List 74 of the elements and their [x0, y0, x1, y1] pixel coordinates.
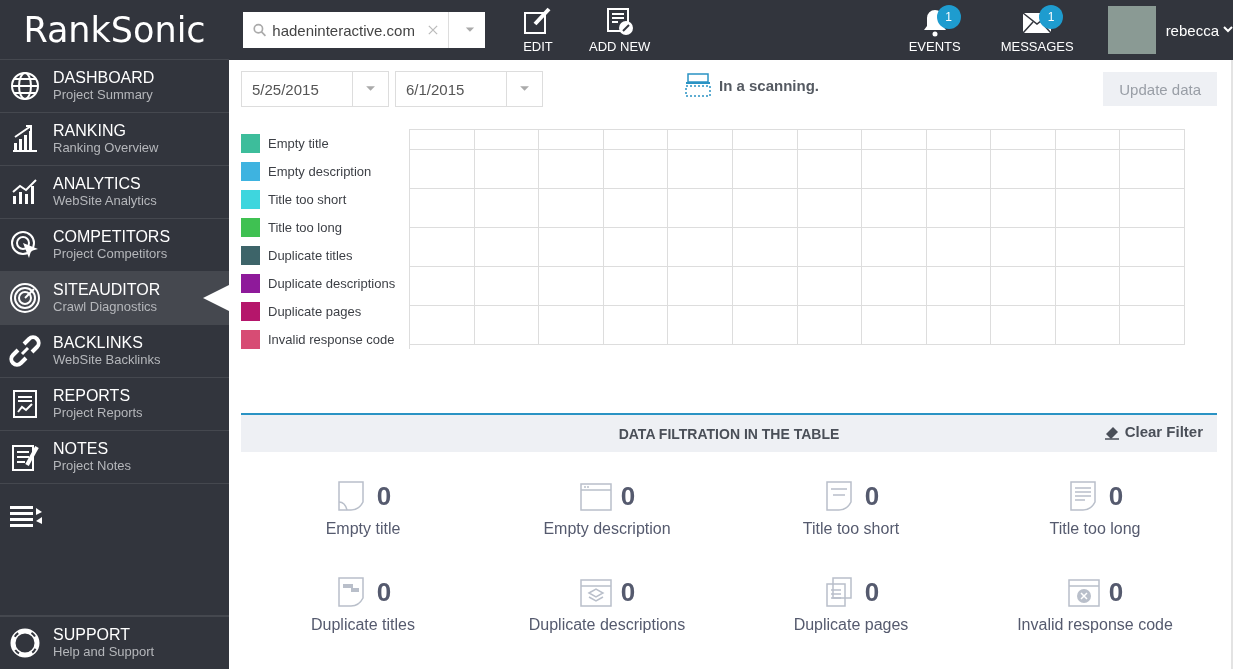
count-badge: 1	[1039, 4, 1064, 29]
stat-label[interactable]: Title too short	[802, 520, 900, 538]
nav-subtitle: Project Summary	[53, 87, 154, 103]
nav-subtitle: Project Reports	[53, 405, 143, 421]
notification-button[interactable]: MESSAGES 1	[1000, 6, 1074, 54]
stat-label[interactable]: Empty description	[543, 520, 671, 538]
clear-filter-button[interactable]: Clear Filter	[1103, 423, 1203, 440]
date-field[interactable]: 6/1/2015	[396, 80, 506, 98]
count-badge: 1	[936, 4, 961, 29]
nav-subtitle: Help and Support	[53, 644, 155, 660]
nav-subtitle: WebSite Analytics	[53, 193, 157, 209]
nav-icon	[9, 335, 41, 367]
stat-label[interactable]: Title too long	[1049, 520, 1141, 538]
nav-subtitle: Project Notes	[53, 458, 132, 474]
stat-count: 0	[376, 480, 392, 512]
stat-label[interactable]: Empty title	[325, 520, 401, 538]
stat-count: 0	[620, 576, 636, 608]
page-icon	[578, 576, 613, 608]
page-icon	[578, 480, 613, 512]
search-field[interactable]: hadeninteractive.com	[272, 21, 423, 39]
nav-subtitle: Project Competitors	[53, 246, 169, 262]
stat-label[interactable]: Duplicate descriptions	[528, 616, 686, 634]
stat-count: 0	[864, 576, 880, 608]
stat-label[interactable]: Duplicate pages	[793, 616, 909, 634]
search-icon	[253, 22, 267, 38]
stat-count: 0	[620, 480, 636, 512]
legend-label: Title too long	[268, 219, 342, 235]
nav-title: SUPPORT	[53, 626, 132, 644]
avatar-placeholder	[1107, 6, 1156, 54]
nav-icon	[9, 282, 41, 314]
legend-label: Empty description	[268, 163, 372, 179]
lifebuoy-icon	[9, 627, 41, 659]
legend-label: Duplicate titles	[268, 247, 353, 263]
stat-label[interactable]: Invalid response code	[1017, 616, 1173, 634]
stat-count: 0	[864, 480, 880, 512]
nav-title: NOTES	[53, 440, 110, 458]
legend-label: Duplicate descriptions	[268, 275, 396, 291]
sidebar-item[interactable]: SITEAUDITOR Crawl Diagnostics	[0, 272, 229, 325]
scan-status: In a scanning.	[719, 76, 820, 94]
section-title: DATA FILTRATION IN THE TABLE	[618, 425, 840, 442]
nav-title: BACKLINKS	[53, 334, 144, 352]
legend-label: Duplicate pages	[268, 303, 362, 319]
user-menu[interactable]: rebecca	[1165, 21, 1233, 39]
date-field[interactable]: 5/25/2015	[242, 80, 352, 98]
scanner-icon	[685, 73, 711, 97]
stat-count: 0	[1108, 576, 1124, 608]
legend-label: Invalid response code	[268, 331, 395, 347]
legend-label: Title too short	[268, 191, 347, 207]
date-picker[interactable]: 6/1/2015	[395, 71, 543, 107]
nav-subtitle: Crawl Diagnostics	[53, 299, 159, 315]
nav-subtitle: Ranking Overview	[53, 140, 159, 156]
stat-count: 0	[1108, 480, 1124, 512]
stat-count: 0	[376, 576, 392, 608]
nav-title: DASHBOARD	[53, 69, 155, 87]
stat-label[interactable]: Duplicate titles	[310, 616, 415, 634]
clear-icon[interactable]	[428, 24, 439, 36]
edit-icon	[523, 6, 553, 37]
nav-title: COMPETITORS	[53, 228, 171, 246]
nav-title: ANALYTICS	[53, 175, 142, 193]
toolbar-button[interactable]: ADD NEW	[589, 6, 651, 54]
nav-title: REPORTS	[53, 387, 132, 405]
search-box[interactable]: hadeninteractive.com	[243, 12, 485, 48]
nav-title: RANKING	[53, 122, 127, 140]
nav-subtitle: WebSite Backlinks	[53, 352, 161, 368]
document-icon	[604, 6, 635, 37]
notification-button[interactable]: EVENTS 1	[908, 6, 961, 54]
toolbar-button[interactable]: EDIT	[523, 6, 553, 54]
caret-icon	[1223, 26, 1233, 34]
page-icon	[1066, 576, 1101, 608]
date-picker[interactable]: 5/25/2015	[241, 71, 389, 107]
nav-icon	[9, 70, 41, 102]
nav-title: SITEAUDITOR	[53, 281, 161, 299]
menu-collapse-icon[interactable]	[10, 506, 43, 530]
legend-label: Empty title	[268, 135, 329, 151]
